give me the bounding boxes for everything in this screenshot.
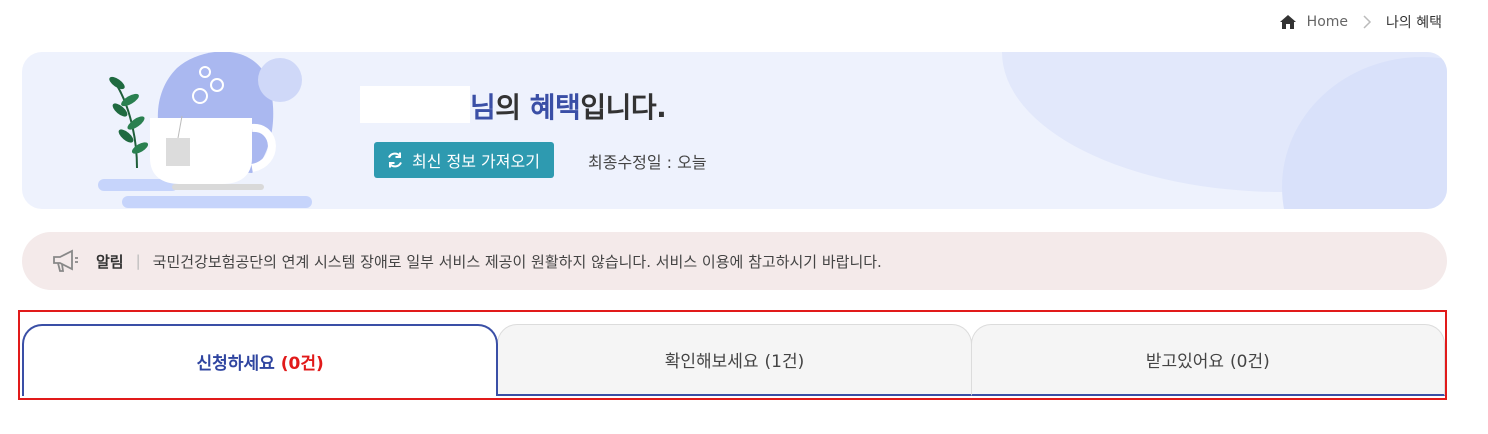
tab-check[interactable]: 확인해보세요 (1건)	[497, 324, 972, 396]
tab-count: (1건)	[764, 352, 805, 372]
teacup-illustration	[98, 52, 312, 208]
greeting-mid: 의	[495, 91, 530, 124]
breadcrumb: Home 나의 혜택	[1279, 12, 1442, 32]
tab-label: 신청하세요	[196, 353, 275, 374]
breadcrumb-home-link[interactable]: Home	[1307, 14, 1348, 30]
notice-label: 알림	[96, 252, 124, 271]
tab-receiving[interactable]: 받고있어요 (0건)	[970, 324, 1445, 396]
notice-message: 국민건강보험공단의 연계 시스템 장애로 일부 서비스 제공이 원활하지 않습니…	[152, 252, 882, 271]
tab-label: 받고있어요	[1145, 352, 1225, 372]
tab-count: (0건)	[280, 353, 324, 374]
user-name-mask	[360, 86, 470, 123]
tab-apply[interactable]: 신청하세요 (0건)	[22, 324, 499, 396]
notice-separator: |	[135, 252, 141, 270]
breadcrumb-current: 나의 혜택	[1386, 15, 1442, 31]
greeting-end: 입니다.	[580, 91, 667, 124]
last-modified-text: 최종수정일 : 오늘	[588, 153, 707, 172]
megaphone-icon	[50, 248, 80, 274]
benefits-page: Home 나의 혜택 님의 혜택입니다. 최신 정보 가져오기 최종수정일: …	[0, 0, 1488, 434]
refresh-icon	[386, 151, 404, 169]
refresh-button-label: 최신 정보 가져오기	[412, 152, 540, 171]
tab-label: 확인해보세요	[664, 352, 759, 372]
benefits-hero-banner: 님의 혜택입니다. 최신 정보 가져오기 최종수정일 : 오늘	[22, 52, 1447, 209]
benefit-tabs: 신청하세요 (0건) 확인해보세요 (1건) 받고있어요 (0건)	[22, 324, 1445, 396]
benefits-greeting: 님의 혜택입니다.	[470, 86, 667, 126]
tab-count: (0건)	[1230, 352, 1270, 372]
greeting-bold: 혜택	[529, 91, 581, 124]
chevron-right-icon	[1362, 15, 1372, 29]
home-icon[interactable]	[1279, 14, 1297, 30]
greeting-suffix: 님	[470, 91, 496, 124]
notice-bar: 알림 | 국민건강보험공단의 연계 시스템 장애로 일부 서비스 제공이 원활하…	[22, 232, 1447, 290]
refresh-info-button[interactable]: 최신 정보 가져오기	[374, 142, 554, 178]
